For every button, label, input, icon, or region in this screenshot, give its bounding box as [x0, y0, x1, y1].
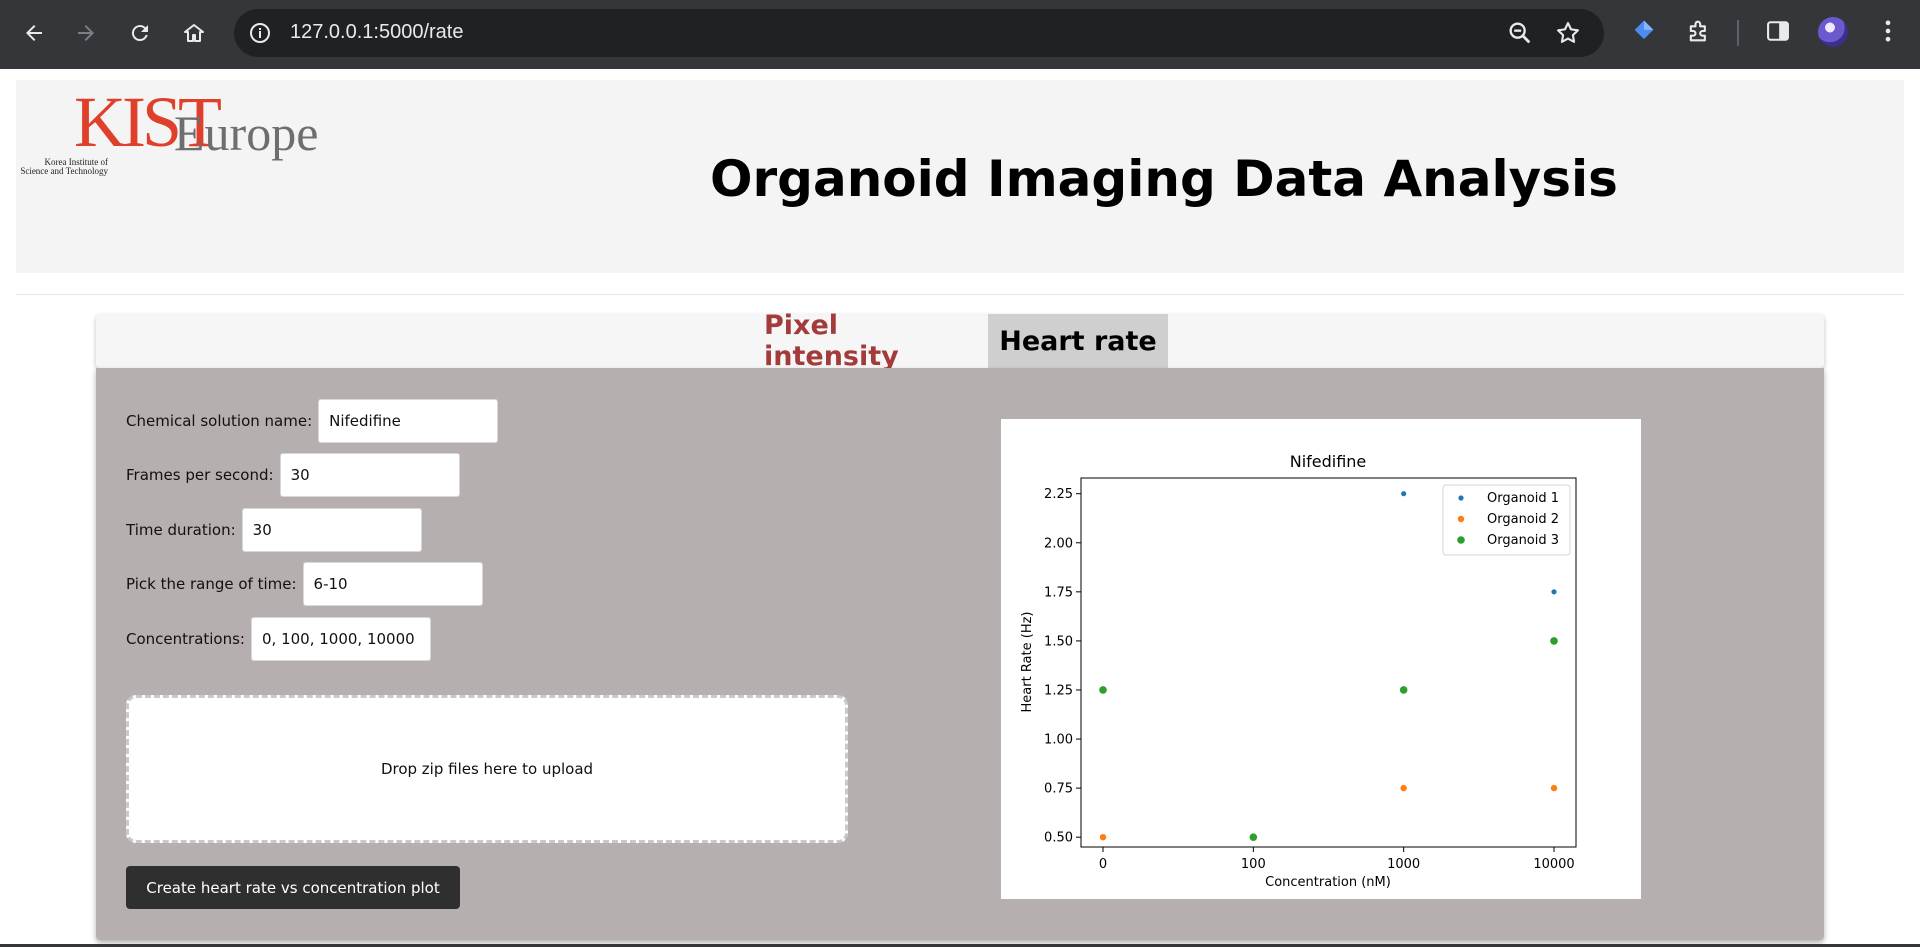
data-point — [1551, 589, 1557, 595]
fps-row: Frames per second: — [126, 453, 460, 497]
toolbar-divider — [1737, 20, 1739, 46]
back-arrow-icon[interactable] — [14, 13, 54, 53]
chart-legend: Organoid 1 Organoid 2 Organoid 3 — [1442, 484, 1571, 556]
time-range-label: Pick the range of time: — [126, 575, 297, 593]
chemical-name-label: Chemical solution name: — [126, 412, 313, 430]
y-tick-label: 2.25 — [1044, 487, 1073, 502]
create-plot-button[interactable]: Create heart rate vs concentration plot — [126, 866, 460, 909]
x-tick-label: 0 — [1099, 857, 1107, 872]
bookmark-star-icon[interactable] — [1554, 19, 1582, 47]
legend-marker — [1458, 495, 1464, 501]
chemical-name-input[interactable] — [318, 399, 499, 443]
time-range-input[interactable] — [302, 562, 483, 606]
home-icon[interactable] — [174, 13, 214, 53]
y-tick-label: 1.75 — [1044, 585, 1073, 600]
legend-marker — [1457, 515, 1465, 523]
profile-avatar[interactable] — [1818, 17, 1848, 47]
legend-label: Organoid 2 — [1487, 512, 1559, 527]
concentrations-row: Concentrations: — [126, 617, 431, 661]
menu-dots-icon[interactable] — [1874, 17, 1902, 45]
chemical-name-row: Chemical solution name: — [126, 399, 499, 443]
x-tick-label: 10000 — [1533, 857, 1574, 872]
browser-toolbar: 127.0.0.1:5000/rate — [0, 0, 1920, 69]
chart-title: Nifedifine — [1290, 452, 1367, 471]
concentrations-label: Concentrations: — [126, 630, 245, 648]
fps-input[interactable] — [279, 453, 460, 497]
logo-name: Europe — [174, 105, 319, 161]
legend-label: Organoid 1 — [1487, 491, 1559, 506]
x-tick-label: 100 — [1241, 857, 1266, 872]
logo-tagline: Korea Institute of Science and Technolog… — [16, 157, 108, 177]
x-tick-label: 1000 — [1387, 857, 1420, 872]
data-point — [1249, 833, 1258, 841]
y-tick-label: 0.50 — [1044, 831, 1073, 846]
y-tick-label: 1.50 — [1044, 634, 1073, 649]
address-bar[interactable]: 127.0.0.1:5000/rate — [234, 9, 1604, 57]
x-axis-label: Concentration (nM) — [1265, 875, 1391, 890]
page-title: Organoid Imaging Data Analysis — [710, 150, 1618, 208]
heart-rate-panel: Chemical solution name: Frames per secon… — [96, 368, 1824, 940]
dropzone-text: Drop zip files here to upload — [380, 760, 594, 778]
zip-dropzone[interactable]: Drop zip files here to upload — [126, 695, 848, 843]
legend-marker — [1457, 536, 1465, 544]
scatter-chart: Nifedifine 0.50 0.75 1.00 1.25 1.50 1.75 2.00 2… — [1020, 452, 1577, 890]
header-divider — [16, 294, 1904, 295]
logo-tagline-line2: Science and Technology — [20, 166, 108, 177]
y-tick-label: 1.25 — [1044, 683, 1073, 698]
y-axis: 0.50 0.75 1.00 1.25 1.50 1.75 2.00 2.25 — [1044, 487, 1081, 846]
heart-rate-plot: Nifedifine 0.50 0.75 1.00 1.25 1.50 1.75 2.00 2… — [1001, 419, 1641, 899]
y-tick-label: 0.75 — [1044, 782, 1073, 797]
data-point — [1400, 784, 1407, 792]
fps-label: Frames per second: — [126, 466, 274, 484]
reload-icon[interactable] — [120, 13, 160, 53]
time-range-row: Pick the range of time: — [126, 562, 483, 606]
legend-label: Organoid 3 — [1487, 533, 1559, 548]
data-point — [1099, 833, 1107, 841]
extension-diamond-icon[interactable] — [1630, 17, 1658, 45]
extensions-puzzle-icon[interactable] — [1685, 17, 1713, 45]
tab-pixel-intensity[interactable]: Pixel intensity — [764, 310, 968, 372]
concentrations-input[interactable] — [250, 617, 431, 661]
data-point — [1550, 784, 1558, 792]
y-tick-label: 2.00 — [1044, 536, 1073, 551]
zoom-icon[interactable] — [1506, 19, 1534, 47]
duration-row: Time duration: — [126, 508, 422, 552]
data-point — [1550, 637, 1558, 645]
duration-label: Time duration: — [126, 521, 236, 539]
kist-europe-logo: KIST Europe Korea Institute of Science a… — [16, 86, 336, 198]
y-tick-label: 1.00 — [1044, 733, 1073, 748]
x-axis: 0 100 1000 10000 — [1099, 847, 1575, 872]
forward-arrow-icon[interactable] — [66, 13, 106, 53]
side-panel-icon[interactable] — [1764, 17, 1792, 45]
data-point — [1401, 491, 1407, 497]
url-text[interactable]: 127.0.0.1:5000/rate — [290, 21, 463, 44]
y-axis-label: Heart Rate (Hz) — [1020, 612, 1035, 713]
data-point — [1399, 686, 1408, 694]
page-header: KIST Europe Korea Institute of Science a… — [16, 80, 1904, 273]
site-info-icon[interactable] — [248, 21, 272, 45]
data-point — [1099, 686, 1107, 694]
tab-heart-rate[interactable]: Heart rate — [988, 314, 1168, 368]
tab-bar: Pixel intensity Heart rate — [96, 310, 1824, 372]
duration-input[interactable] — [241, 508, 422, 552]
